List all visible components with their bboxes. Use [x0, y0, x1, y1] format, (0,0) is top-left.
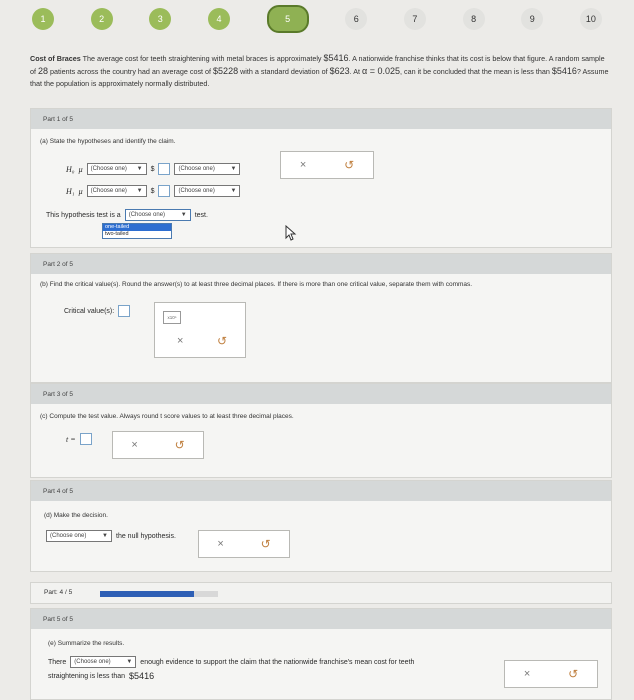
- progress-fill: [100, 591, 195, 597]
- step-3[interactable]: 3: [149, 8, 172, 30]
- option-two-tailed[interactable]: two-tailed: [103, 231, 171, 238]
- clear-icon[interactable]: ×: [131, 439, 137, 451]
- t-value-input[interactable]: [79, 433, 92, 445]
- part-3-actions: × ↺: [112, 431, 204, 459]
- critical-value-row: Critical value(s):: [64, 305, 131, 317]
- summary-select[interactable]: (Choose one) ▼: [70, 656, 137, 668]
- h0-value-input[interactable]: [158, 163, 171, 175]
- critical-value-label: Critical value(s):: [64, 307, 115, 315]
- step-1[interactable]: 1: [32, 8, 54, 30]
- summary-row: There (Choose one) ▼ enough evidence to s…: [48, 656, 414, 668]
- h1-value-input[interactable]: [158, 185, 171, 197]
- step-8[interactable]: 8: [462, 8, 485, 30]
- h1-symbol: H₁: [66, 186, 75, 196]
- h0-operator-select[interactable]: (Choose one) ▼: [86, 163, 147, 175]
- progress-bar: [100, 591, 218, 597]
- undo-icon[interactable]: ↺: [261, 537, 271, 551]
- progress-label: Part: 4 / 5: [44, 589, 73, 596]
- part-2-question: (b) Find the critical value(s). Round th…: [40, 281, 473, 288]
- clear-icon[interactable]: ×: [524, 668, 530, 680]
- part-5-header: Part 5 of 5: [31, 609, 611, 629]
- undo-icon[interactable]: ↺: [175, 438, 185, 452]
- mouse-cursor-icon: [285, 225, 297, 241]
- part-1-actions: × ↺: [280, 151, 374, 179]
- decision-select[interactable]: (Choose one) ▼: [46, 530, 112, 542]
- h0-claim-select[interactable]: (Choose one) ▼: [174, 163, 241, 175]
- test-type-options: one-tailed two-tailed: [102, 223, 172, 239]
- template-icon[interactable]: x10ⁿ: [163, 311, 181, 324]
- t-value-row: t =: [66, 433, 92, 445]
- part-3-header: Part 3 of 5: [31, 384, 611, 404]
- part-5-actions: × ↺: [504, 660, 598, 688]
- step-7[interactable]: 7: [403, 8, 426, 30]
- test-type-select[interactable]: (Choose one) ▼: [124, 209, 191, 221]
- undo-icon[interactable]: ↺: [344, 158, 354, 172]
- h0-row: H₀ μ (Choose one) ▼ $ (Choose one) ▼: [66, 163, 241, 175]
- option-one-tailed[interactable]: one-tailed: [103, 224, 171, 231]
- decision-row: (Choose one) ▼ the null hypothesis.: [46, 530, 176, 542]
- part-2-answer-panel: x10ⁿ × ↺: [154, 302, 246, 358]
- part-4-header: Part 4 of 5: [31, 481, 611, 501]
- h1-operator-select[interactable]: (Choose one) ▼: [86, 185, 147, 197]
- clear-icon[interactable]: ×: [177, 335, 183, 347]
- undo-icon[interactable]: ↺: [568, 667, 578, 681]
- part-4-question: (d) Make the decision.: [44, 512, 108, 519]
- part-4-panel: Part 4 of 5: [30, 480, 612, 572]
- step-9[interactable]: 9: [521, 8, 544, 30]
- critical-value-input[interactable]: [118, 305, 131, 317]
- h1-row: H₁ μ (Choose one) ▼ $ (Choose one) ▼: [66, 185, 241, 197]
- part-5-question: (e) Summarize the results.: [48, 640, 125, 647]
- step-10[interactable]: 10: [579, 8, 602, 30]
- problem-title: Cost of Braces: [30, 54, 81, 63]
- clear-icon[interactable]: ×: [300, 159, 306, 171]
- summary-line-2: straightening is less than $5416: [48, 671, 155, 681]
- step-navigation: 1 2 3 4 5 6 7 8 9 10: [14, 5, 620, 33]
- undo-icon[interactable]: ↺: [217, 334, 227, 348]
- part-4-actions: × ↺: [198, 530, 290, 558]
- step-4[interactable]: 4: [207, 8, 230, 30]
- clear-icon[interactable]: ×: [217, 538, 223, 550]
- part-1-header: Part 1 of 5: [31, 109, 611, 129]
- test-type-row: This hypothesis test is a (Choose one) ▼ …: [46, 209, 208, 221]
- h0-symbol: H₀: [66, 164, 75, 174]
- part-2-header: Part 2 of 5: [31, 254, 611, 274]
- h1-claim-select[interactable]: (Choose one) ▼: [174, 185, 241, 197]
- step-5[interactable]: 5: [266, 5, 309, 33]
- step-6[interactable]: 6: [345, 8, 368, 30]
- part-1-question: (a) State the hypotheses and identify th…: [40, 138, 176, 145]
- part-3-question: (c) Compute the test value. Always round…: [40, 413, 294, 420]
- t-label: t =: [66, 434, 76, 444]
- problem-statement: Cost of Braces The average cost for teet…: [30, 53, 609, 88]
- step-2[interactable]: 2: [90, 8, 113, 30]
- part-2-panel: Part 2 of 5: [30, 253, 612, 383]
